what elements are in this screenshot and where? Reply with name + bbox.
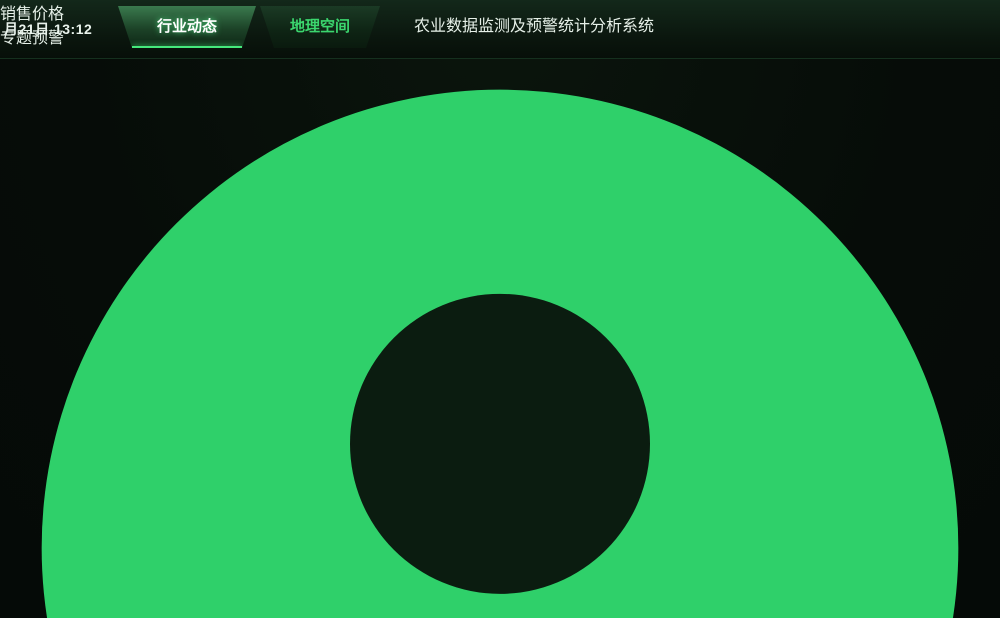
datetime: 月21日 13:12 [4,19,92,39]
tab-label: 地理空间 [290,18,350,35]
tab-geo-space[interactable]: 地理空间 [260,6,380,48]
page-title: 农业数据监测及预警统计分析系统 [414,18,654,35]
tab-active-edge [132,46,242,48]
tab-industry-news[interactable]: 行业动态 [118,6,256,48]
tab-label: 行业动态 [157,18,217,35]
app-title-badge: 农业数据监测及预警统计分析系统 [358,2,710,54]
header: 月21日 13:12 行业动态 地理空间 农业数据监测及预警统计分析系统 销售价… [0,0,1000,59]
user-icon[interactable] [0,48,1000,618]
dashboard: 月21日 13:12 行业动态 地理空间 农业数据监测及预警统计分析系统 销售价… [0,0,1000,618]
